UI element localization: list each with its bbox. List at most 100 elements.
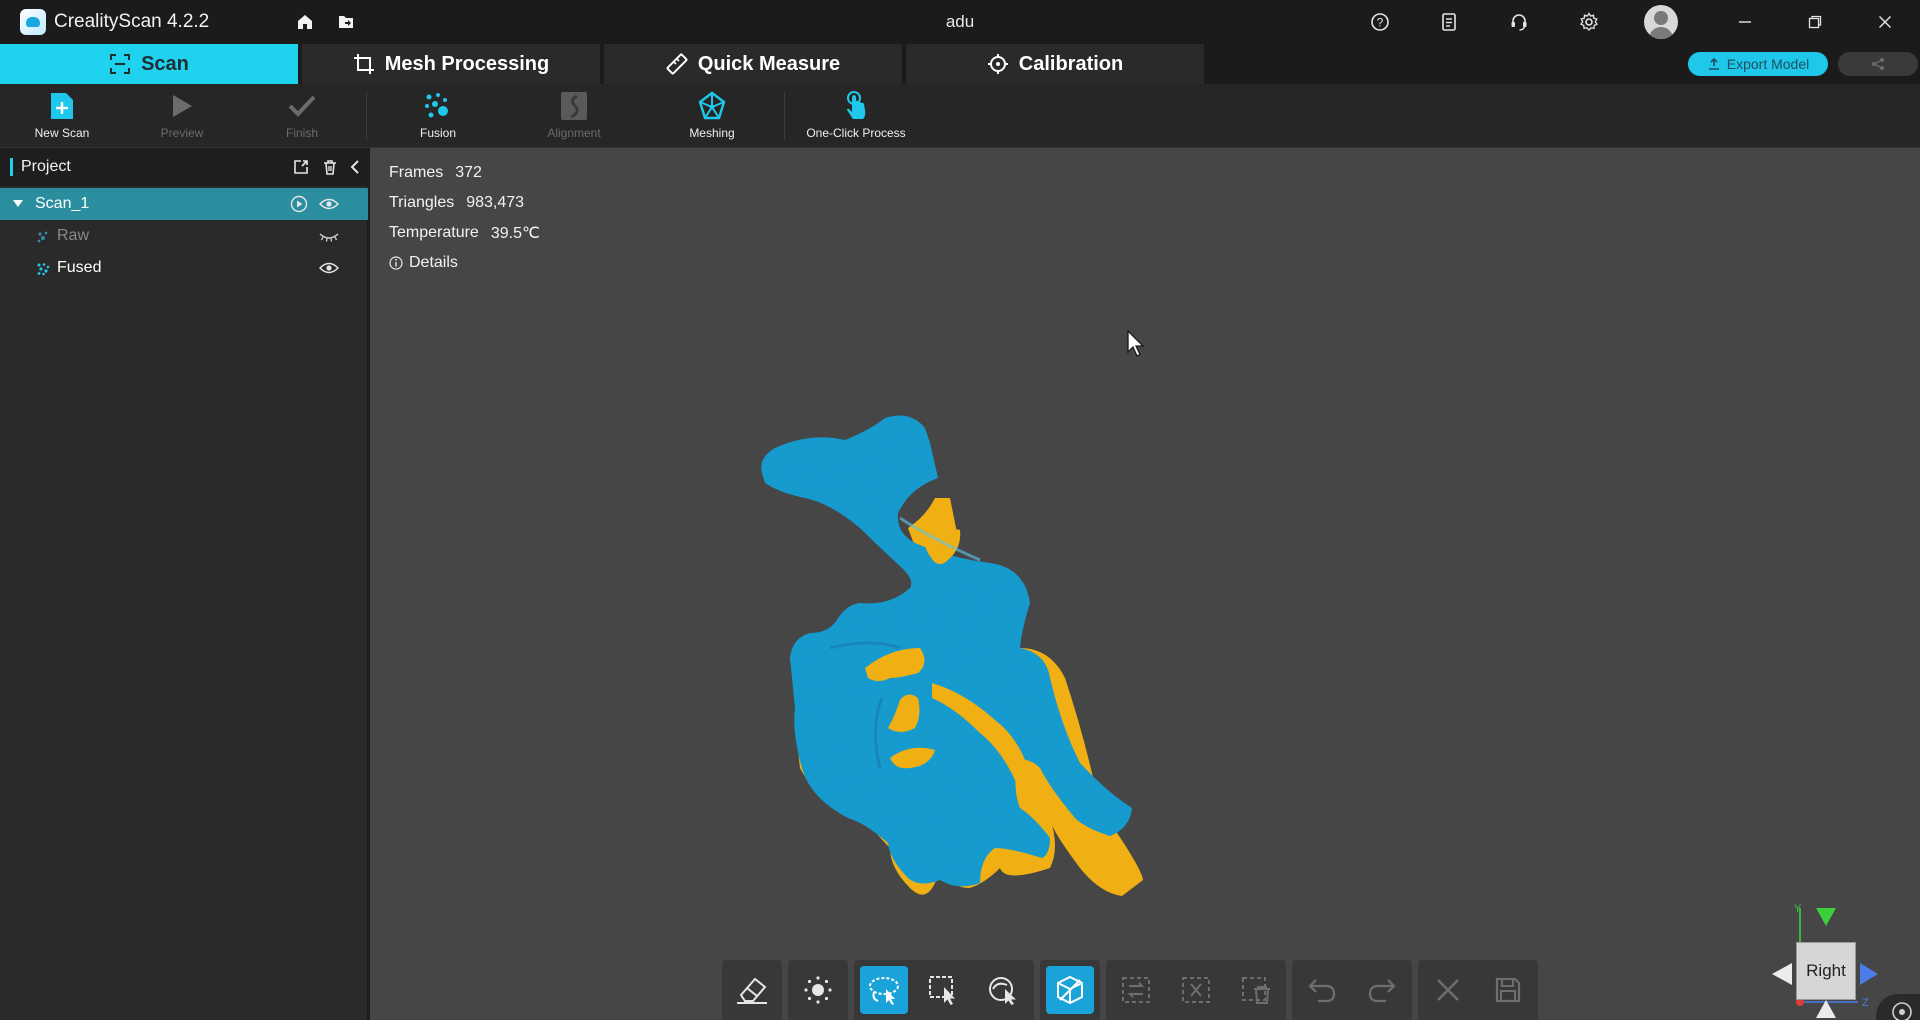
svg-text:Z: Z [1862, 997, 1869, 1009]
one-click-process-button[interactable]: One-Click Process [796, 90, 916, 146]
visibility-eye-icon[interactable] [319, 194, 339, 214]
cancel-edit-icon[interactable] [1424, 966, 1472, 1014]
tab-calibration[interactable]: Calibration [906, 44, 1206, 84]
new-scan-label: New Scan [34, 126, 90, 140]
minimize-icon[interactable] [1733, 10, 1757, 34]
triangles-label: Triangles [389, 194, 455, 211]
share-button[interactable] [1838, 52, 1918, 76]
tree-item-raw[interactable]: Raw [0, 220, 368, 252]
play-icon [166, 90, 198, 122]
brush-select-icon[interactable] [980, 966, 1028, 1014]
frames-value: 372 [455, 164, 482, 181]
meshing-icon [696, 90, 728, 122]
tree-item-fused[interactable]: Fused [0, 252, 368, 284]
mouse-cursor-icon [1127, 330, 1145, 357]
restore-window-icon[interactable] [1803, 10, 1827, 34]
save-edit-icon[interactable] [1484, 966, 1532, 1014]
export-icon [1708, 57, 1719, 70]
new-scan-button[interactable]: New Scan [2, 90, 122, 146]
crosshair-icon [987, 54, 1008, 74]
fusion-points-icon [422, 90, 454, 122]
settings-gear-icon[interactable] [1577, 10, 1601, 34]
close-window-icon[interactable] [1873, 10, 1897, 34]
crop-icon [353, 54, 374, 74]
scan-stats: Frames 372 Triangles 983,473 Temperature… [389, 158, 540, 278]
tab-quick-measure-label: Quick Measure [697, 52, 841, 75]
project-panel-header: Project [0, 148, 368, 186]
view-cube[interactable]: Y Z Right [1710, 894, 1920, 1020]
export-model-label: Export Model [1726, 56, 1810, 72]
orbit-icon [1892, 1002, 1912, 1020]
finish-button[interactable]: Finish [242, 90, 362, 146]
tree-item-scan-1[interactable]: Scan_1 [0, 188, 368, 220]
through-select-cube-icon[interactable] [1046, 966, 1094, 1014]
scan-toolbar: New Scan Preview Finish Fusion Alignment… [0, 84, 1920, 148]
toolbar-divider [366, 92, 367, 140]
selection-ops-group [1106, 960, 1286, 1020]
rectangle-select-icon[interactable] [920, 966, 968, 1014]
selection-group [854, 960, 1034, 1020]
tab-mesh-processing[interactable]: Mesh Processing [302, 44, 602, 84]
scanned-model[interactable] [750, 348, 1170, 908]
meshing-button[interactable]: Meshing [652, 90, 772, 146]
frames-stat: Frames 372 [389, 158, 540, 188]
tree-item-scan-1-label: Scan_1 [35, 195, 90, 212]
one-click-process-label: One-Click Process [806, 126, 906, 140]
play-scan-icon[interactable] [289, 194, 309, 214]
lighting-sun-icon[interactable] [794, 966, 842, 1014]
fused-points-icon [37, 263, 50, 276]
undo-icon[interactable] [1298, 966, 1346, 1014]
tree-item-fused-label: Fused [57, 259, 102, 276]
lasso-select-icon[interactable] [860, 966, 908, 1014]
hidden-eye-closed-icon[interactable] [319, 226, 339, 246]
alignment-button[interactable]: Alignment [514, 90, 634, 146]
delete-trash-icon[interactable] [321, 158, 339, 176]
view-cube-face[interactable]: Right [1796, 942, 1856, 1000]
tab-scan[interactable]: Scan [0, 44, 300, 84]
scan-frame-icon [110, 54, 131, 74]
support-headset-icon[interactable] [1507, 10, 1531, 34]
redo-icon[interactable] [1358, 966, 1406, 1014]
tab-scan-label: Scan [141, 52, 189, 75]
collapse-panel-chevron-icon[interactable] [346, 158, 364, 176]
temperature-label: Temperature [389, 224, 479, 241]
light-group [788, 960, 848, 1020]
home-icon[interactable] [293, 10, 317, 34]
edit-confirm-group [1418, 960, 1538, 1020]
invert-selection-icon[interactable] [1112, 966, 1160, 1014]
details-label: Details [409, 254, 458, 271]
preview-button[interactable]: Preview [122, 90, 242, 146]
app-logo-icon [20, 9, 46, 35]
clear-selection-icon[interactable] [1172, 966, 1220, 1014]
export-model-button[interactable]: Export Model [1688, 52, 1828, 76]
fusion-label: Fusion [419, 126, 457, 140]
checkmark-icon [286, 90, 318, 122]
project-title: Project [21, 158, 71, 175]
triangles-stat: Triangles 983,473 [389, 188, 540, 218]
notes-icon[interactable] [1437, 10, 1461, 34]
3d-viewport[interactable]: Frames 372 Triangles 983,473 Temperature… [370, 148, 1920, 1020]
open-folder-icon[interactable] [334, 10, 358, 34]
help-icon[interactable]: ? [1368, 10, 1392, 34]
view-mode-group [1040, 960, 1100, 1020]
user-avatar[interactable] [1644, 5, 1678, 39]
view-cube-face-label: Right [1806, 961, 1846, 980]
tab-quick-measure[interactable]: Quick Measure [604, 44, 904, 84]
export-project-icon[interactable] [292, 158, 310, 176]
meshing-label: Meshing [689, 126, 735, 140]
app-window: CrealityScan 4.2.2 adu ? Scan Mesh Proce… [0, 0, 1920, 1020]
new-scan-icon [46, 90, 78, 122]
eraser-icon[interactable] [728, 966, 776, 1014]
fusion-button[interactable]: Fusion [378, 90, 498, 146]
details-link[interactable]: Details [389, 248, 540, 278]
visibility-eye-icon[interactable] [319, 258, 339, 278]
title-bar: CrealityScan 4.2.2 adu ? [0, 0, 1920, 44]
expand-caret-icon[interactable] [12, 199, 24, 209]
ruler-icon [666, 53, 688, 75]
share-icon [1872, 58, 1884, 70]
panel-accent-bar [10, 158, 13, 176]
main-tab-bar: Scan Mesh Processing Quick Measure Calib… [0, 44, 1920, 84]
document-title: adu [945, 12, 975, 31]
delete-selection-icon[interactable] [1232, 966, 1280, 1014]
info-icon [389, 256, 403, 270]
